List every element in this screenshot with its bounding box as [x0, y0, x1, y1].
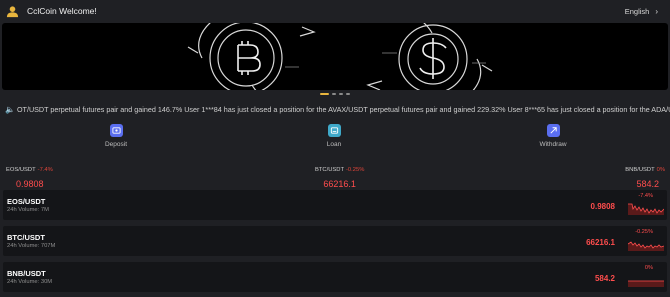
- market-row[interactable]: EOS/USDT 24h Volume: 7M 0.9808 -7.4%: [3, 190, 667, 220]
- carousel-indicator[interactable]: [0, 91, 670, 97]
- market-row[interactable]: BNB/USDT 24h Volume: 30M 584.2 0%: [3, 262, 667, 292]
- carousel-dot-2[interactable]: [332, 93, 336, 95]
- deposit-button[interactable]: Deposit: [86, 124, 146, 148]
- market-change: 0%: [644, 265, 653, 271]
- ticker-change: 0%: [656, 167, 665, 173]
- loan-icon: [327, 124, 341, 137]
- ticker-btc[interactable]: BTC/USDT -0.25% 66216.1: [315, 158, 364, 189]
- marquee-text: OT/USDT perpetual futures pair and gaine…: [16, 104, 670, 114]
- ticker-change: -0.25%: [346, 167, 365, 173]
- ticker-pair: BNB/USDT: [625, 167, 655, 173]
- carousel-dot-4[interactable]: [346, 93, 350, 95]
- ticker-bnb[interactable]: BNB/USDT 0% 584.2: [625, 158, 665, 189]
- withdraw-label: Withdraw: [539, 141, 567, 148]
- announcement-marquee[interactable]: 🔈 OT/USDT perpetual futures pair and gai…: [0, 102, 670, 116]
- crypto-coins-illustration: [187, 23, 493, 90]
- quick-actions: Deposit Loan Withdraw: [0, 124, 670, 154]
- market-price: 584.2: [594, 274, 615, 283]
- market-volume: 24h Volume: 7M: [7, 207, 49, 213]
- deposit-label: Deposit: [104, 141, 128, 148]
- ticker-strip: EOS/USDT -7.4% 0.9808 BTC/USDT -0.25% 6621…: [0, 158, 670, 189]
- chevron-right-icon: ›: [655, 6, 658, 16]
- language-label: English: [624, 6, 650, 16]
- carousel-dot-1[interactable]: [320, 93, 329, 95]
- top-bar: CclCoin Welcome! English ›: [0, 0, 670, 22]
- sparkline-chart: [628, 203, 664, 215]
- sparkline-chart: [628, 280, 664, 287]
- market-name: BTC/USDT: [7, 233, 45, 242]
- deposit-icon: [109, 124, 123, 137]
- ticker-eos[interactable]: EOS/USDT -7.4% 0.9808: [6, 158, 53, 189]
- market-change: -0.25%: [635, 229, 653, 235]
- ticker-pair: BTC/USDT: [315, 167, 344, 173]
- market-name: EOS/USDT: [7, 197, 46, 206]
- market-price: 66216.1: [586, 238, 615, 247]
- market-change: -7.4%: [638, 193, 653, 199]
- market-name: BNB/USDT: [7, 269, 46, 278]
- hero-banner[interactable]: [2, 23, 668, 90]
- loan-label: Loan: [326, 141, 342, 148]
- loan-button[interactable]: Loan: [304, 124, 364, 148]
- ticker-change: -7.4%: [37, 167, 53, 173]
- market-price: 0.9808: [590, 202, 615, 211]
- user-icon[interactable]: [6, 5, 19, 18]
- ticker-price: 584.2: [636, 179, 659, 189]
- withdraw-icon: [546, 124, 560, 137]
- language-selector[interactable]: English ›: [625, 7, 658, 16]
- market-row[interactable]: BTC/USDT 24h Volume: 707M 66216.1 -0.25%: [3, 226, 667, 256]
- speaker-icon: 🔈: [5, 104, 15, 114]
- market-volume: 24h Volume: 707M: [7, 243, 56, 249]
- page-title: CclCoin Welcome!: [27, 6, 97, 16]
- market-volume: 24h Volume: 30M: [7, 279, 53, 285]
- ticker-pair: EOS/USDT: [6, 167, 36, 173]
- ticker-price: 66216.1: [323, 179, 356, 189]
- carousel-dot-3[interactable]: [339, 93, 343, 95]
- withdraw-button[interactable]: Withdraw: [523, 124, 583, 148]
- ticker-price: 0.9808: [16, 179, 44, 189]
- sparkline-chart: [628, 241, 664, 251]
